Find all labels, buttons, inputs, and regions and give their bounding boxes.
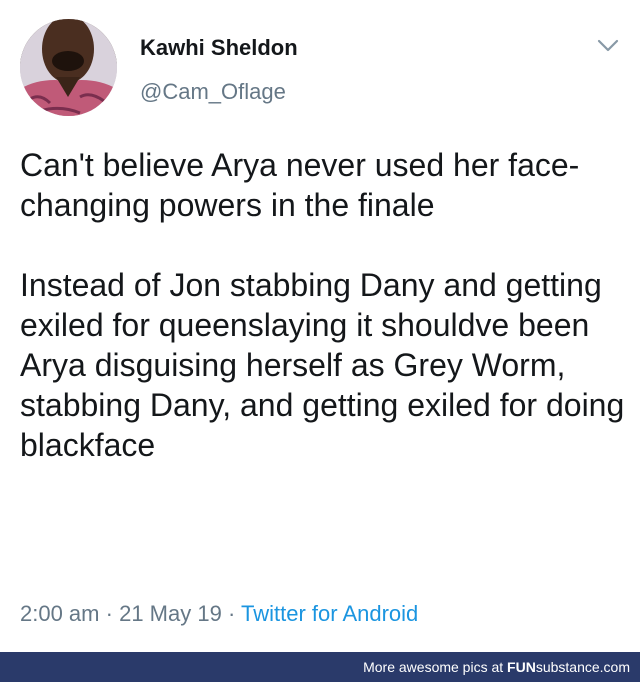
display-name[interactable]: Kawhi Sheldon (140, 35, 298, 61)
meta-separator: · (105, 601, 113, 626)
avatar[interactable] (20, 19, 117, 116)
watermark-brand-rest: substance.com (535, 659, 630, 675)
watermark-brand-fun: FUN (507, 659, 536, 675)
user-handle[interactable]: @Cam_Oflage (140, 79, 286, 105)
tweet-text: Can't believe Arya never used her face-c… (20, 145, 625, 465)
tweet-source-link[interactable]: Twitter for Android (241, 601, 418, 626)
watermark-text[interactable]: More awesome pics at FUNsubstance.com (363, 659, 630, 675)
tweet-time[interactable]: 2:00 am (20, 601, 100, 626)
tweet-paragraph: Can't believe Arya never used her face-c… (20, 147, 580, 223)
tweet-card: Kawhi Sheldon @Cam_Oflage Can't believe … (0, 0, 640, 652)
meta-separator: · (227, 601, 236, 626)
chevron-down-icon[interactable] (597, 38, 619, 54)
watermark-prefix: More awesome pics at (363, 659, 508, 675)
avatar-photo (20, 19, 117, 116)
tweet-date[interactable]: 21 May 19 (119, 601, 222, 626)
tweet-meta: 2:00 am · 21 May 19 · Twitter for Androi… (20, 601, 418, 627)
tweet-paragraph: Instead of Jon stabbing Dany and getting… (20, 267, 625, 463)
watermark-bar: More awesome pics at FUNsubstance.com (0, 652, 640, 682)
